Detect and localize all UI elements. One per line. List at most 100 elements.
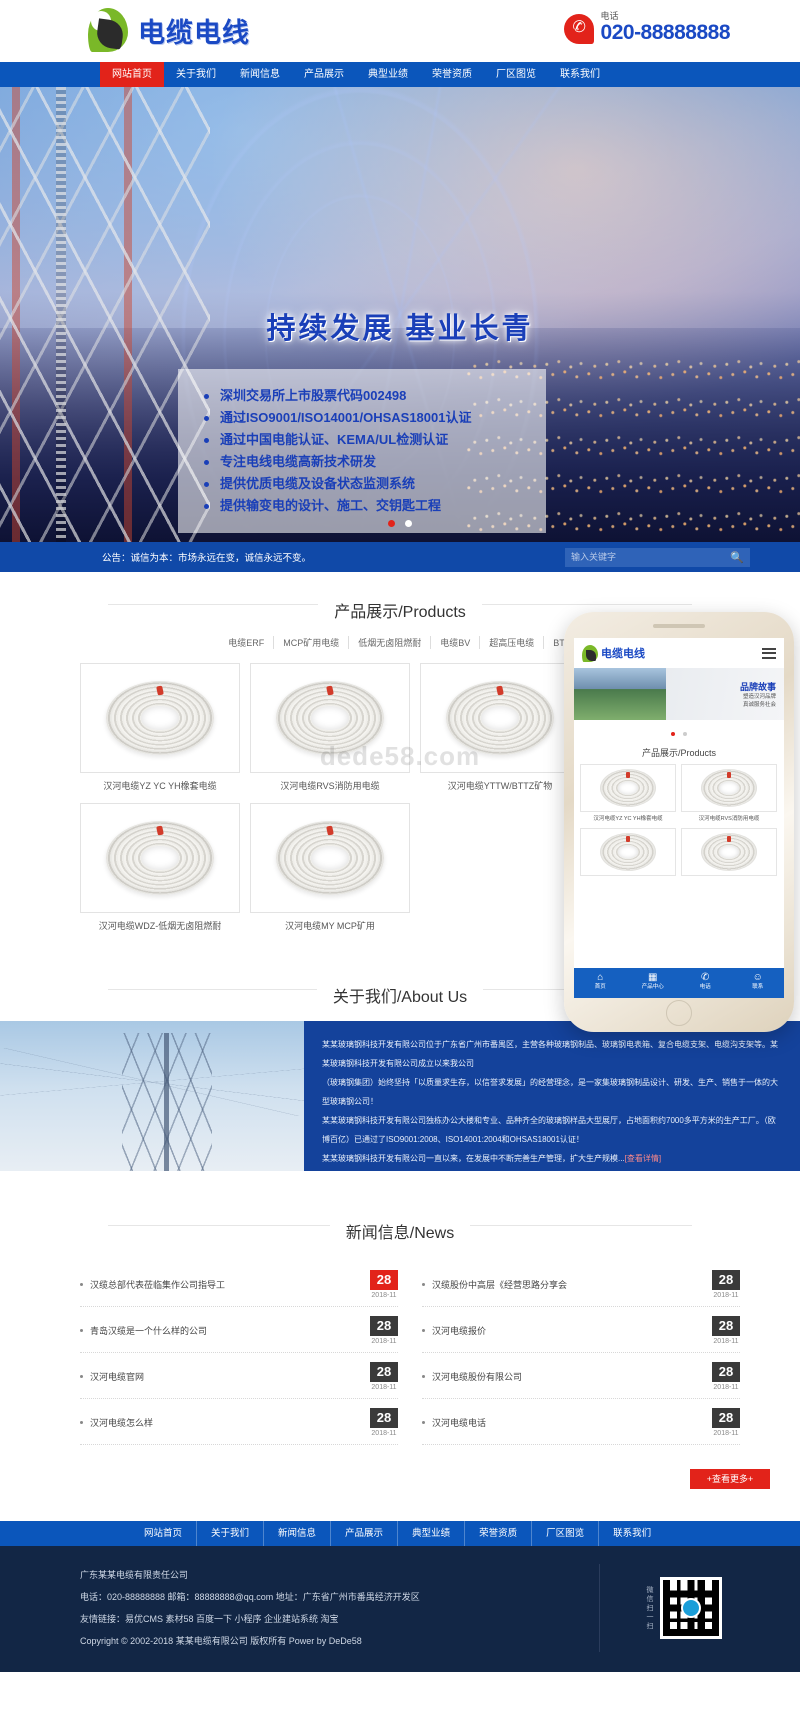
footer-links[interactable]: 易优CMS 素材58 百度一下 小程序 企业建站系统 淘宝 xyxy=(125,1614,339,1624)
news-item[interactable]: 汉河电缆报价 28 2018-11 xyxy=(422,1307,740,1353)
nav-item-7[interactable]: 联系我们 xyxy=(548,62,612,87)
news-item[interactable]: 汉缆总部代表莅临集作公司指导工 28 2018-11 xyxy=(80,1261,398,1307)
nav-item-6[interactable]: 厂区图览 xyxy=(484,62,548,87)
footer-nav-item-0[interactable]: 网站首页 xyxy=(130,1521,198,1546)
hamburger-menu-icon[interactable] xyxy=(762,645,776,661)
cable-coil-image xyxy=(276,681,384,755)
phone-product-card[interactable] xyxy=(580,828,676,879)
news-title[interactable]: 汉河电缆报价 xyxy=(422,1324,486,1337)
footer-nav-item-4[interactable]: 典型业绩 xyxy=(398,1521,466,1546)
phone-logo[interactable]: 电缆电线 xyxy=(582,644,645,662)
news-title[interactable]: 汉河电缆官网 xyxy=(80,1370,144,1383)
nav-item-5[interactable]: 荣誉资质 xyxy=(420,62,484,87)
phone-banner-sub2: 真诚服务社会 xyxy=(742,701,776,708)
news-title[interactable]: 汉河电缆怎么样 xyxy=(80,1416,153,1429)
hero-banner: 持续发展 基业长青 深圳交易所上市股票代码002498 通过ISO9001/ISO… xyxy=(0,87,800,542)
phone-product-thumbnail[interactable] xyxy=(580,764,676,812)
phone-product-card[interactable]: 汉河电缆RVS消防用电缆 xyxy=(681,764,777,823)
phone-product-card[interactable] xyxy=(681,828,777,879)
site-header: 电缆电线 电话 020-88888888 xyxy=(0,0,800,62)
phone-tab-label: 电话 xyxy=(699,984,711,990)
product-thumbnail[interactable] xyxy=(250,663,410,773)
about-more-link[interactable]: [查看详情] xyxy=(625,1154,661,1163)
news-item[interactable]: 汉缆股份中高层《经营思路分享会 28 2018-11 xyxy=(422,1261,740,1307)
news-date: 28 2018-11 xyxy=(370,1362,398,1391)
news-title[interactable]: 汉河电缆电话 xyxy=(422,1416,486,1429)
phone-tab-icon: ⌂ xyxy=(597,972,604,983)
site-logo[interactable]: 电缆电线 xyxy=(88,8,250,52)
phone-tab-1[interactable]: ▦ 产品中心 xyxy=(627,968,680,998)
phone-product-card[interactable]: 汉河电缆YZ YC YH橡套电缆 xyxy=(580,764,676,823)
phone-dot-1[interactable] xyxy=(670,732,675,736)
banner-dot-1[interactable] xyxy=(387,520,395,527)
phone-cable-coil-image xyxy=(701,833,757,871)
nav-item-1[interactable]: 关于我们 xyxy=(164,62,228,87)
product-card[interactable]: 汉河电缆MY MCP矿用 xyxy=(250,803,410,933)
news-title[interactable]: 汉缆总部代表莅临集作公司指导工 xyxy=(80,1278,225,1291)
product-category-2[interactable]: 低烟无卤阻燃耐 xyxy=(349,636,432,649)
phone-product-thumbnail[interactable] xyxy=(681,764,777,812)
nav-item-0[interactable]: 网站首页 xyxy=(100,62,164,87)
news-item[interactable]: 青岛汉缆是一个什么样的公司 28 2018-11 xyxy=(80,1307,398,1353)
phone-banner-dots[interactable] xyxy=(574,720,784,742)
product-thumbnail[interactable] xyxy=(80,663,240,773)
product-name: 汉河电缆RVS消防用电缆 xyxy=(280,781,380,791)
product-thumbnail[interactable] xyxy=(250,803,410,913)
product-category-1[interactable]: MCP矿用电缆 xyxy=(274,636,350,649)
phone-tabbar: ⌂ 首页 ▦ 产品中心 ✆ 电话 ☺ 联系 xyxy=(574,968,784,998)
phone-home-button[interactable] xyxy=(666,1000,692,1026)
phone-dot-2[interactable] xyxy=(683,732,688,736)
news-day: 28 xyxy=(712,1408,740,1428)
product-card[interactable]: 汉河电缆YZ YC YH橡套电缆 xyxy=(80,663,240,793)
product-card[interactable]: 汉河电缆WDZ-低烟无卤阻燃耐 xyxy=(80,803,240,933)
phone-product-thumbnail[interactable] xyxy=(681,828,777,876)
product-card[interactable]: 汉河电缆YTTW/BTTZ矿物 xyxy=(420,663,580,793)
search-input[interactable] xyxy=(571,547,731,567)
nav-item-2[interactable]: 新闻信息 xyxy=(228,62,292,87)
news-item[interactable]: 汉河电缆电话 28 2018-11 xyxy=(422,1399,740,1445)
news-column-right: 汉缆股份中高层《经营思路分享会 28 2018-11 汉河电缆报价 28 2018-11 汉… xyxy=(422,1261,740,1445)
product-thumbnail[interactable] xyxy=(80,803,240,913)
news-title[interactable]: 青岛汉缆是一个什么样的公司 xyxy=(80,1324,207,1337)
footer-nav-item-2[interactable]: 新闻信息 xyxy=(264,1521,332,1546)
banner-pagination[interactable] xyxy=(0,514,800,532)
product-category-3[interactable]: 电缆BV xyxy=(431,636,481,649)
qrcode-image xyxy=(663,1580,719,1636)
product-thumbnail[interactable] xyxy=(420,663,580,773)
footer-nav-item-1[interactable]: 关于我们 xyxy=(197,1521,265,1546)
logo-text: 电缆电线 xyxy=(138,17,250,49)
qrcode-box xyxy=(660,1577,722,1639)
phone-product-name xyxy=(580,876,676,879)
news-item[interactable]: 汉河电缆股份有限公司 28 2018-11 xyxy=(422,1353,740,1399)
search-icon[interactable]: 🔍 xyxy=(730,551,744,564)
product-card[interactable]: 汉河电缆RVS消防用电缆 xyxy=(250,663,410,793)
cable-coil-image xyxy=(276,821,384,895)
news-item[interactable]: 汉河电缆怎么样 28 2018-11 xyxy=(80,1399,398,1445)
footer-nav-item-7[interactable]: 联系我们 xyxy=(599,1521,665,1546)
banner-title: 持续发展 基业长青 xyxy=(266,313,534,345)
news-title[interactable]: 汉缆股份中高层《经营思路分享会 xyxy=(422,1278,567,1291)
news-title[interactable]: 汉河电缆股份有限公司 xyxy=(422,1370,522,1383)
product-category-0[interactable]: 电缆ERF xyxy=(219,636,275,649)
footer-nav-item-3[interactable]: 产品展示 xyxy=(331,1521,399,1546)
phone-tab-2[interactable]: ✆ 电话 xyxy=(679,968,732,998)
footer-nav-item-6[interactable]: 厂区图览 xyxy=(532,1521,600,1546)
nav-item-4[interactable]: 典型业绩 xyxy=(356,62,420,87)
news-item[interactable]: 汉河电缆官网 28 2018-11 xyxy=(80,1353,398,1399)
footer-nav-item-5[interactable]: 荣誉资质 xyxy=(465,1521,533,1546)
phone-product-thumbnail[interactable] xyxy=(580,828,676,876)
news-more-button[interactable]: +查看更多+ xyxy=(690,1469,770,1489)
phone-tab-0[interactable]: ⌂ 首页 xyxy=(574,968,627,998)
main-navigation: 网站首页 关于我们 新闻信息 产品展示 典型业绩 荣誉资质 厂区图览 联系我们 xyxy=(0,62,800,87)
phone-screen: 电缆电线 品牌故事 塑造汉河品牌 真诚服务社会 产品展示/Products 汉河… xyxy=(574,638,784,998)
news-date: 28 2018-11 xyxy=(370,1316,398,1345)
news-day: 28 xyxy=(712,1362,740,1382)
phone-tab-3[interactable]: ☺ 联系 xyxy=(732,968,785,998)
phone-cable-coil-image xyxy=(600,833,656,871)
product-category-4[interactable]: 超高压电缆 xyxy=(480,636,545,649)
nav-item-3[interactable]: 产品展示 xyxy=(292,62,356,87)
banner-dot-2[interactable] xyxy=(405,520,413,527)
search-box[interactable]: 🔍 xyxy=(565,547,750,567)
phone-banner[interactable]: 品牌故事 塑造汉河品牌 真诚服务社会 xyxy=(574,668,784,720)
footer-qrcode-block: 微信扫一扫 xyxy=(600,1564,750,1652)
